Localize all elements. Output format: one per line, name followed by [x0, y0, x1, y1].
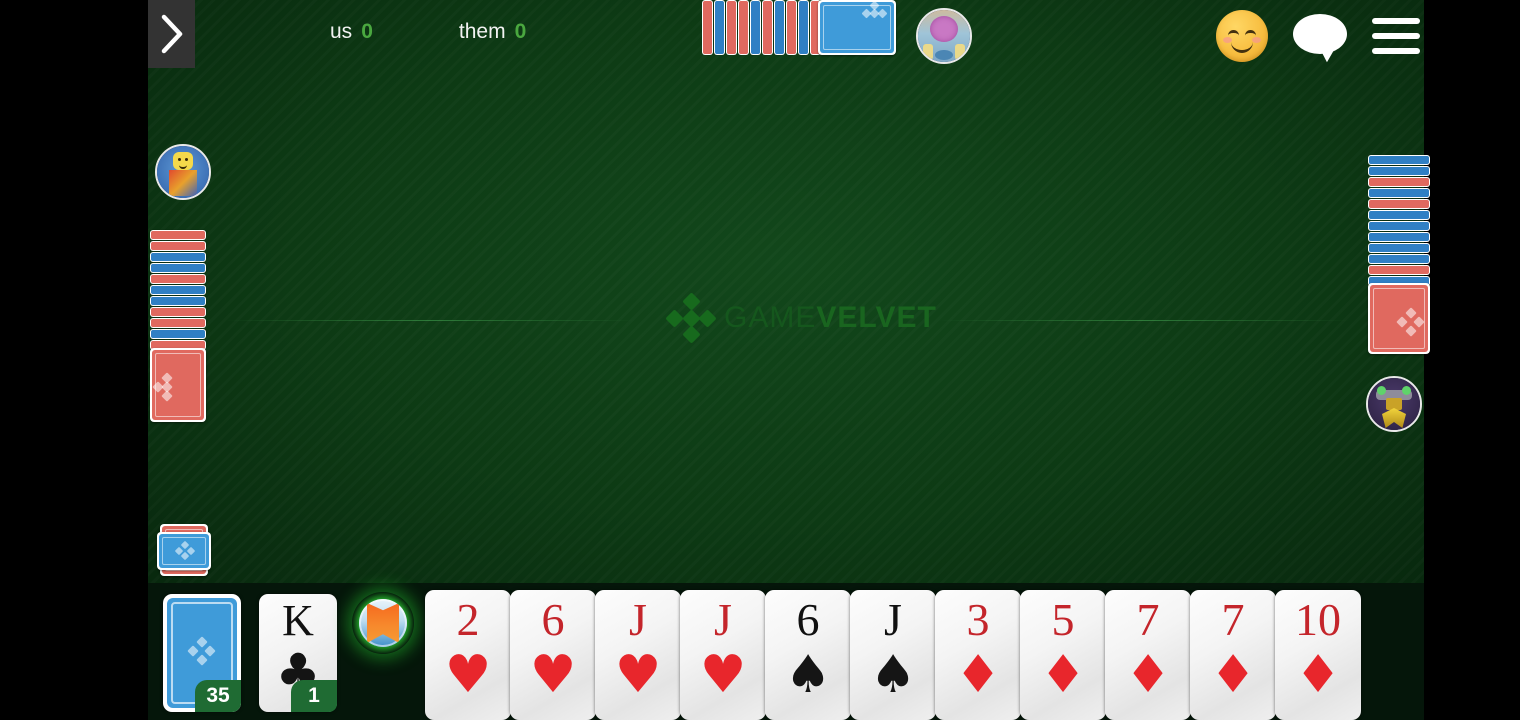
card-slice [1368, 232, 1430, 242]
hand-card[interactable]: 6 ♠ [765, 590, 851, 720]
hand-card[interactable]: J ♠ [850, 590, 936, 720]
hand-card[interactable]: 6 ♥ [510, 590, 596, 720]
hand-card-rank: 10 [1295, 594, 1341, 645]
card-slice [150, 230, 206, 240]
card-slice [1368, 254, 1430, 264]
card-slice [150, 307, 206, 317]
card-slice [798, 0, 809, 55]
card-slice [1368, 155, 1430, 165]
hand-card-rank: J [714, 594, 732, 645]
game-screen: GAMEVELVET us 0 them 0 35 K ♣ 1 2 ♥ 6 ♥ … [0, 0, 1520, 720]
hand-card-suit: ♠ [869, 645, 917, 705]
card-slice [150, 296, 206, 306]
card-slice [762, 0, 773, 55]
hand-card-rank: 7 [1221, 594, 1245, 645]
action-button-disc [359, 599, 407, 647]
hand-card-suit: ♥ [529, 645, 577, 705]
card-slice [150, 329, 206, 339]
card-slice [1368, 265, 1430, 275]
hand-card-suit: ♦ [1124, 645, 1172, 705]
hand-card-rank: J [884, 594, 902, 645]
hand-card-suit: ♠ [784, 645, 832, 705]
card-slice [786, 0, 797, 55]
table-divider-left [225, 320, 637, 321]
card-slice [150, 252, 206, 262]
trump-card-rank: K [282, 596, 314, 645]
avatar-left[interactable] [155, 144, 211, 200]
card-slice [150, 285, 206, 295]
hand-card-rank: 6 [796, 594, 820, 645]
hand-card[interactable]: 2 ♥ [425, 590, 511, 720]
card-back-red [150, 348, 206, 422]
card-slice [150, 263, 206, 273]
card-back-motif-icon [152, 372, 180, 402]
card-slice [726, 0, 737, 55]
card-slice [150, 318, 206, 328]
score-them-label: them [458, 20, 506, 43]
player-hand: 2 ♥ 6 ♥ J ♥ J ♥ 6 ♠ J ♠ 3 ♦ 5 ♦ 7 ♦ 7 ♦ 10 ♦ [425, 590, 1361, 720]
trump-card[interactable]: K ♣ 1 [259, 594, 337, 712]
smiley-face-icon[interactable] [1216, 10, 1268, 62]
card-back-motif-icon [1396, 307, 1425, 337]
card-back-motif-icon [187, 636, 216, 666]
hand-card[interactable]: J ♥ [680, 590, 766, 720]
hand-card[interactable]: 7 ♦ [1190, 590, 1276, 720]
hand-card-rank: 2 [456, 594, 480, 645]
card-slice [1368, 210, 1430, 220]
avatar-top[interactable] [916, 8, 972, 64]
hand-card-suit: ♦ [1039, 645, 1087, 705]
scoreboard: us 0 them 0 [330, 20, 526, 44]
hand-card-suit: ♥ [444, 645, 492, 705]
card-slice [1368, 177, 1430, 187]
card-slice [1368, 188, 1430, 198]
hand-card[interactable]: 7 ♦ [1105, 590, 1191, 720]
card-slice [1368, 166, 1430, 176]
play-action-button[interactable] [352, 592, 414, 654]
card-slice [750, 0, 761, 55]
chat-bubble-icon[interactable] [1293, 14, 1347, 63]
deck-count-badge: 35 [195, 680, 241, 712]
hamburger-menu-icon[interactable] [1372, 18, 1420, 54]
avatar-right[interactable] [1366, 376, 1422, 432]
draw-deck[interactable]: 35 [163, 594, 241, 712]
card-back-motif-icon [861, 0, 888, 24]
card-slice [1368, 221, 1430, 231]
hand-card-suit: ♥ [699, 645, 747, 705]
trump-count-badge: 1 [291, 680, 337, 712]
card-back-motif-icon [174, 540, 196, 561]
topbar-actions [1216, 10, 1420, 63]
hand-card[interactable]: 5 ♦ [1020, 590, 1106, 720]
hand-card[interactable]: 10 ♦ [1275, 590, 1361, 720]
score-us-value: 0 [361, 20, 373, 43]
hand-card[interactable]: 3 ♦ [935, 590, 1021, 720]
hand-card[interactable]: J ♥ [595, 590, 681, 720]
chevron-right-icon [161, 14, 182, 54]
hand-card-suit: ♦ [1209, 645, 1257, 705]
hand-card-suit: ♦ [1294, 645, 1342, 705]
card-back-blue [157, 532, 211, 570]
game-table [148, 0, 1424, 583]
card-slice [1368, 199, 1430, 209]
chevron-shield-icon [367, 603, 399, 643]
card-back-red [1368, 283, 1430, 354]
hand-card-rank: 7 [1136, 594, 1160, 645]
card-slice [714, 0, 725, 55]
hand-card-suit: ♦ [954, 645, 1002, 705]
score-us-label: us [330, 20, 353, 43]
card-slice [738, 0, 749, 55]
card-slice [150, 241, 206, 251]
hand-card-rank: 6 [541, 594, 565, 645]
card-back-blue [818, 0, 896, 55]
card-slice [774, 0, 785, 55]
back-button[interactable] [148, 0, 195, 68]
hand-card-rank: 3 [966, 594, 990, 645]
hand-card-rank: J [629, 594, 647, 645]
card-slice [1368, 243, 1430, 253]
card-slice [702, 0, 713, 55]
hand-card-rank: 5 [1051, 594, 1075, 645]
score-them-value: 0 [514, 20, 527, 43]
hand-card-suit: ♥ [614, 645, 662, 705]
table-divider-right [938, 320, 1350, 321]
card-slice [150, 274, 206, 284]
